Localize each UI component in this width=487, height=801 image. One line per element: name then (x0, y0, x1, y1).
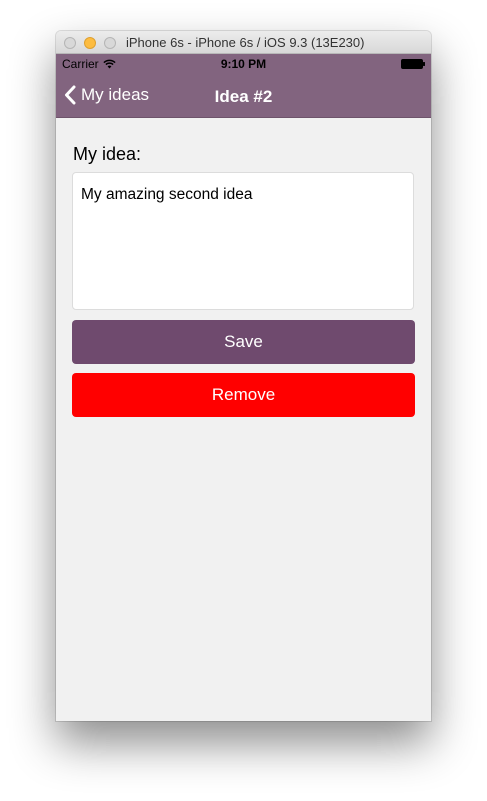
status-time: 9:10 PM (220, 57, 267, 71)
save-button[interactable]: Save (72, 320, 415, 364)
back-button[interactable]: My ideas (64, 85, 149, 105)
idea-text-input[interactable]: My amazing second idea (72, 172, 414, 310)
close-window-button[interactable] (64, 37, 76, 49)
window-titlebar: iPhone 6s - iPhone 6s / iOS 9.3 (13E230) (56, 31, 431, 54)
chevron-left-icon (65, 85, 76, 105)
window-title: iPhone 6s - iPhone 6s / iOS 9.3 (13E230) (126, 35, 365, 50)
back-button-label: My ideas (81, 85, 150, 104)
zoom-window-button[interactable] (104, 37, 116, 49)
navigation-bar: My ideas Idea #2 (56, 74, 431, 118)
idea-form: My idea: My amazing second idea Save Rem… (56, 118, 431, 721)
remove-button[interactable]: Remove (72, 373, 415, 417)
status-bar: Carrier 9:10 PM (56, 54, 431, 74)
minimize-window-button[interactable] (84, 37, 96, 49)
idea-field-label: My idea: (73, 144, 142, 164)
simulator-window: iPhone 6s - iPhone 6s / iOS 9.3 (13E230)… (56, 31, 431, 721)
battery-icon (401, 59, 425, 69)
